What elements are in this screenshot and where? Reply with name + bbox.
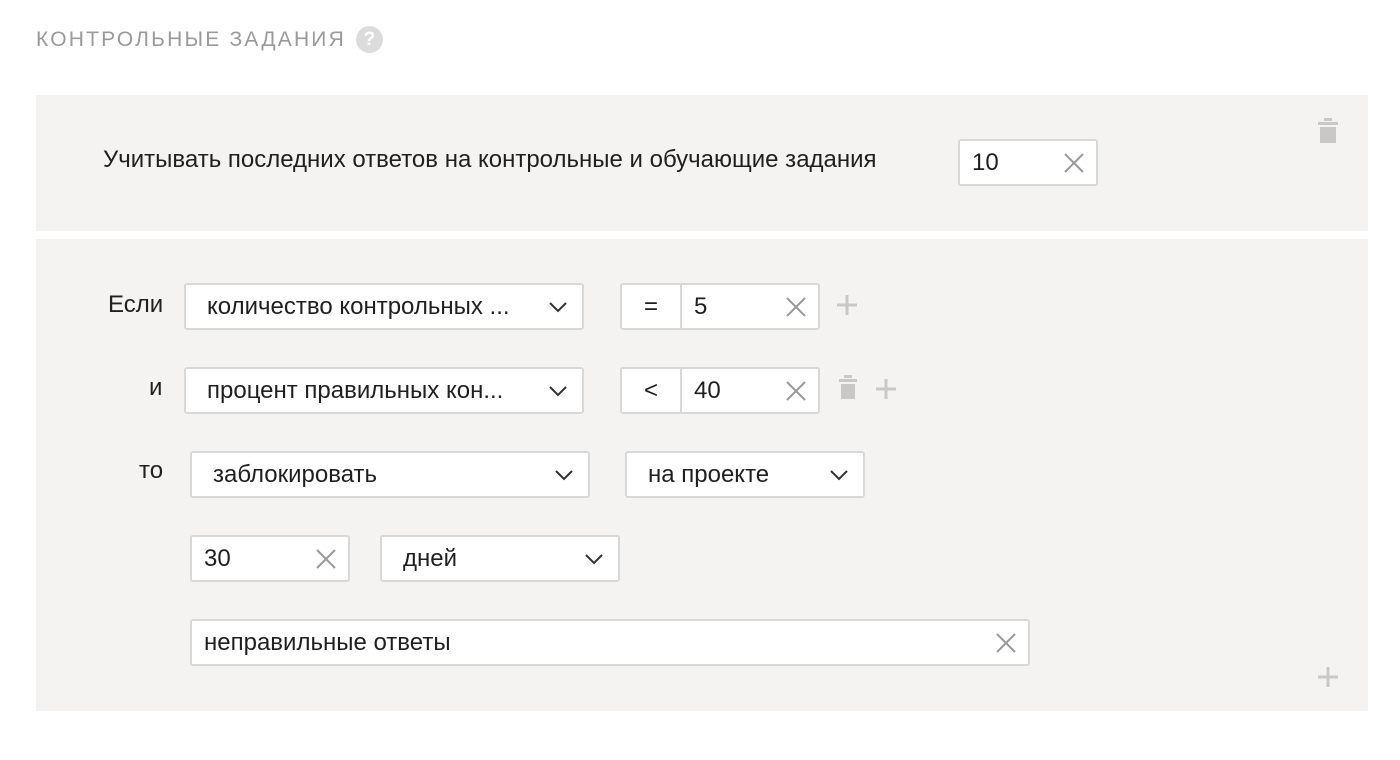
chevron-down-icon — [534, 285, 582, 328]
operator-select[interactable]: < — [620, 367, 682, 414]
duration-unit-value: дней — [403, 544, 458, 572]
add-condition-icon[interactable] — [836, 294, 858, 316]
add-condition-icon[interactable] — [875, 378, 897, 400]
condition-prefix-and: и — [149, 374, 163, 401]
section-header: КОНТРОЛЬНЫЕ ЗАДАНИЯ ? — [36, 26, 383, 53]
chevron-down-icon — [534, 369, 582, 412]
clear-icon[interactable] — [984, 621, 1028, 664]
action-select-value: заблокировать — [213, 460, 378, 488]
duration-unit-select[interactable]: дней — [380, 535, 620, 582]
operator-select[interactable]: = — [620, 283, 682, 330]
scope-select-value: на проекте — [648, 460, 770, 488]
condition-value-input[interactable]: 5 — [682, 283, 820, 330]
condition-field-value: процент правильных кон... — [207, 376, 504, 404]
chevron-down-icon — [815, 453, 863, 496]
condition-value: 40 — [694, 376, 721, 404]
clear-icon[interactable] — [774, 285, 818, 328]
section-title: КОНТРОЛЬНЫЕ ЗАДАНИЯ — [36, 27, 346, 51]
action-select[interactable]: заблокировать — [190, 451, 590, 498]
add-rule-icon[interactable] — [1317, 666, 1339, 688]
reason-value: неправильные ответы — [204, 628, 451, 656]
clear-icon[interactable] — [1052, 141, 1096, 184]
history-count-input[interactable]: 10 — [958, 139, 1098, 186]
condition-field-select[interactable]: процент правильных кон... — [184, 367, 584, 414]
help-icon[interactable]: ? — [355, 26, 383, 53]
clear-icon[interactable] — [774, 369, 818, 412]
condition-prefix-if: Если — [108, 291, 164, 318]
rule-panel: Если количество контрольных ... = 5 и пр… — [36, 239, 1368, 711]
chevron-down-icon — [570, 537, 618, 580]
history-label: Учитывать последних ответов на контрольн… — [103, 146, 877, 173]
condition-value: 5 — [694, 292, 708, 320]
chevron-down-icon — [540, 453, 588, 496]
condition-field-value: количество контрольных ... — [207, 292, 510, 320]
history-panel: Учитывать последних ответов на контрольн… — [36, 95, 1368, 231]
scope-select[interactable]: на проекте — [625, 451, 865, 498]
duration-input[interactable]: 30 — [190, 535, 350, 582]
condition-comparison: < 40 — [620, 367, 820, 414]
condition-value-input[interactable]: 40 — [682, 367, 820, 414]
history-count-value: 10 — [972, 148, 999, 176]
trash-icon[interactable] — [838, 374, 858, 400]
condition-comparison: = 5 — [620, 283, 820, 330]
action-prefix: то — [139, 457, 164, 484]
duration-value: 30 — [204, 544, 231, 572]
trash-icon[interactable] — [1317, 117, 1339, 145]
clear-icon[interactable] — [304, 537, 348, 580]
reason-input[interactable]: неправильные ответы — [190, 619, 1030, 666]
condition-field-select[interactable]: количество контрольных ... — [184, 283, 584, 330]
